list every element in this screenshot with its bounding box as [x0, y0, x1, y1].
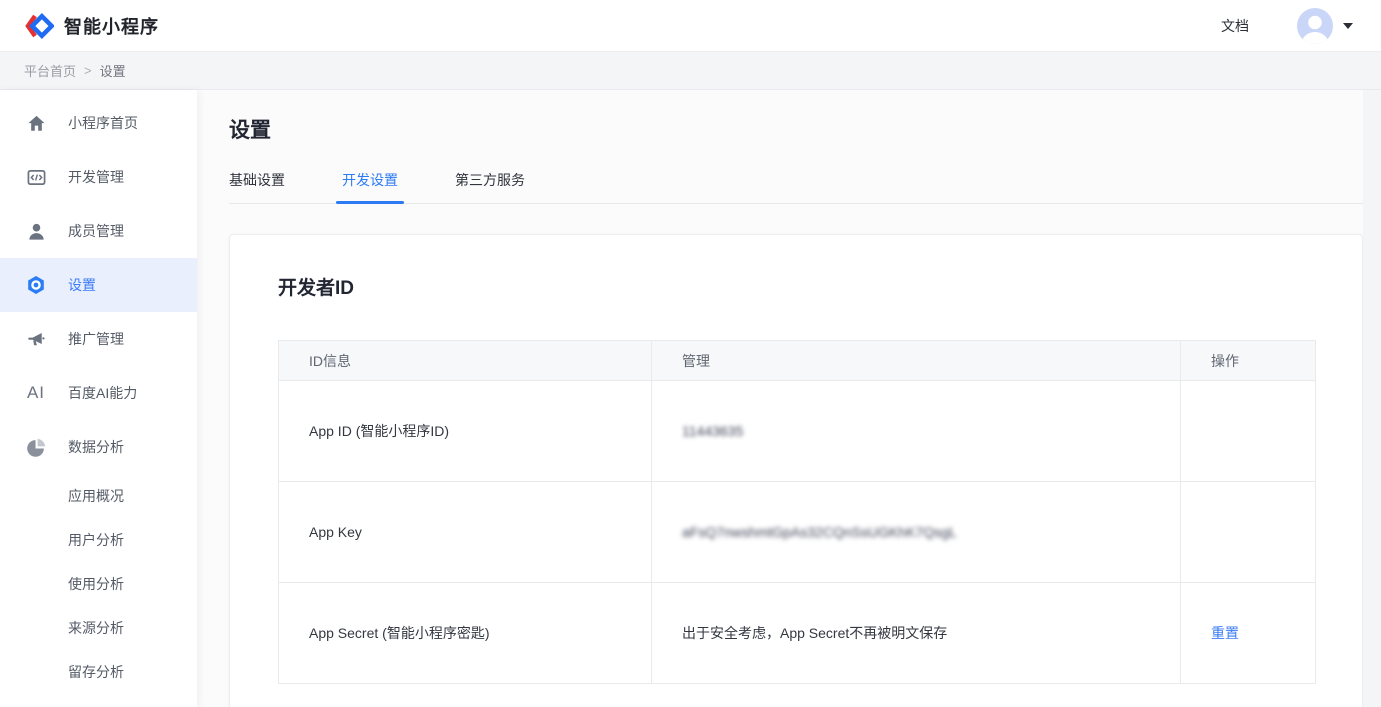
app-id-label: App ID (智能小程序ID): [279, 381, 652, 482]
table-row-app-key: App Key aFsQ7nwshmtGpAs32CQnSsUGKhK7QsgL: [279, 482, 1316, 583]
reset-app-secret-link[interactable]: 重置: [1211, 625, 1239, 641]
sidebar-item-label: 百度AI能力: [68, 383, 137, 403]
app-secret-label: App Secret (智能小程序密匙): [279, 583, 652, 684]
page-title: 设置: [229, 114, 1363, 144]
docs-link[interactable]: 文档: [1221, 16, 1249, 36]
sidebar-item-label: 推广管理: [68, 329, 124, 349]
main-content: 设置 基础设置 开发设置 第三方服务 开发者ID ID信息 管理 操作: [197, 90, 1363, 707]
app-header: 智能小程序 文档: [0, 0, 1381, 52]
screen: 智能小程序 文档 平台首页 > 设置 小程序首页: [0, 0, 1381, 707]
sidebar: 小程序首页 开发管理 成员管理: [0, 90, 197, 707]
sidebar-item-home[interactable]: 小程序首页: [0, 96, 197, 150]
logo-icon: [24, 11, 54, 41]
table-header-row: ID信息 管理 操作: [279, 341, 1316, 381]
sidebar-subitem-user-analysis[interactable]: 用户分析: [0, 518, 197, 562]
table-row-app-id: App ID (智能小程序ID) 11443635: [279, 381, 1316, 482]
sidebar-item-label: 数据分析: [68, 437, 124, 457]
sidebar-item-label: 开发管理: [68, 167, 124, 187]
sidebar-subitem-app-overview[interactable]: 应用概况: [0, 474, 197, 518]
header-right: 文档: [1221, 8, 1353, 44]
developer-id-table: ID信息 管理 操作 App ID (智能小程序ID) 11443635 App…: [278, 340, 1316, 684]
tab-basic-settings[interactable]: 基础设置: [229, 170, 285, 203]
sidebar-item-development[interactable]: 开发管理: [0, 150, 197, 204]
code-icon: [26, 167, 46, 187]
app-id-action-cell: [1181, 381, 1316, 482]
sidebar-item-settings[interactable]: 设置: [0, 258, 197, 312]
settings-tabs: 基础设置 开发设置 第三方服务: [229, 170, 1363, 204]
sidebar-item-members[interactable]: 成员管理: [0, 204, 197, 258]
sidebar-subitem-source-analysis[interactable]: 来源分析: [0, 606, 197, 650]
sidebar-item-label: 成员管理: [68, 221, 124, 241]
sidebar-subitem-usage-analysis[interactable]: 使用分析: [0, 562, 197, 606]
breadcrumb-current: 设置: [100, 61, 126, 80]
tab-development-settings[interactable]: 开发设置: [342, 170, 398, 203]
app-id-value-blurred: 11443635: [682, 423, 743, 439]
breadcrumb: 平台首页 > 设置: [0, 52, 1381, 90]
sidebar-item-data-analysis[interactable]: 数据分析: [0, 420, 197, 474]
megaphone-icon: [26, 329, 46, 349]
column-header-id-info: ID信息: [279, 341, 652, 381]
card-heading: 开发者ID: [278, 273, 1314, 300]
developer-id-card: 开发者ID ID信息 管理 操作 App ID (智能小程序ID) 114436…: [229, 234, 1363, 707]
member-icon: [26, 221, 46, 241]
breadcrumb-home[interactable]: 平台首页: [24, 61, 76, 80]
gear-icon: [26, 275, 46, 295]
ai-icon: AI: [26, 383, 46, 403]
sidebar-item-baidu-ai[interactable]: AI 百度AI能力: [0, 366, 197, 420]
logo[interactable]: 智能小程序: [24, 11, 159, 41]
app-key-value-blurred: aFsQ7nwshmtGpAs32CQnSsUGKhK7QsgL: [682, 524, 957, 540]
home-icon: [26, 113, 46, 133]
logo-text: 智能小程序: [64, 13, 159, 39]
app-key-label: App Key: [279, 482, 652, 583]
tab-third-party-services[interactable]: 第三方服务: [455, 170, 525, 203]
avatar[interactable]: [1297, 8, 1333, 44]
breadcrumb-separator: >: [84, 63, 92, 78]
app-key-action-cell: [1181, 482, 1316, 583]
sidebar-item-promotion[interactable]: 推广管理: [0, 312, 197, 366]
table-row-app-secret: App Secret (智能小程序密匙) 出于安全考虑，App Secret不再…: [279, 583, 1316, 684]
sidebar-subitem-retention-analysis[interactable]: 留存分析: [0, 650, 197, 694]
column-header-action: 操作: [1181, 341, 1316, 381]
column-header-manage: 管理: [652, 341, 1181, 381]
sidebar-item-label: 小程序首页: [68, 113, 138, 133]
pie-chart-icon: [26, 437, 46, 457]
user-silhouette-icon: [1297, 8, 1333, 44]
sidebar-item-label: 设置: [68, 275, 96, 295]
app-secret-note: 出于安全考虑，App Secret不再被明文保存: [652, 583, 1181, 684]
caret-down-icon[interactable]: [1343, 23, 1353, 29]
